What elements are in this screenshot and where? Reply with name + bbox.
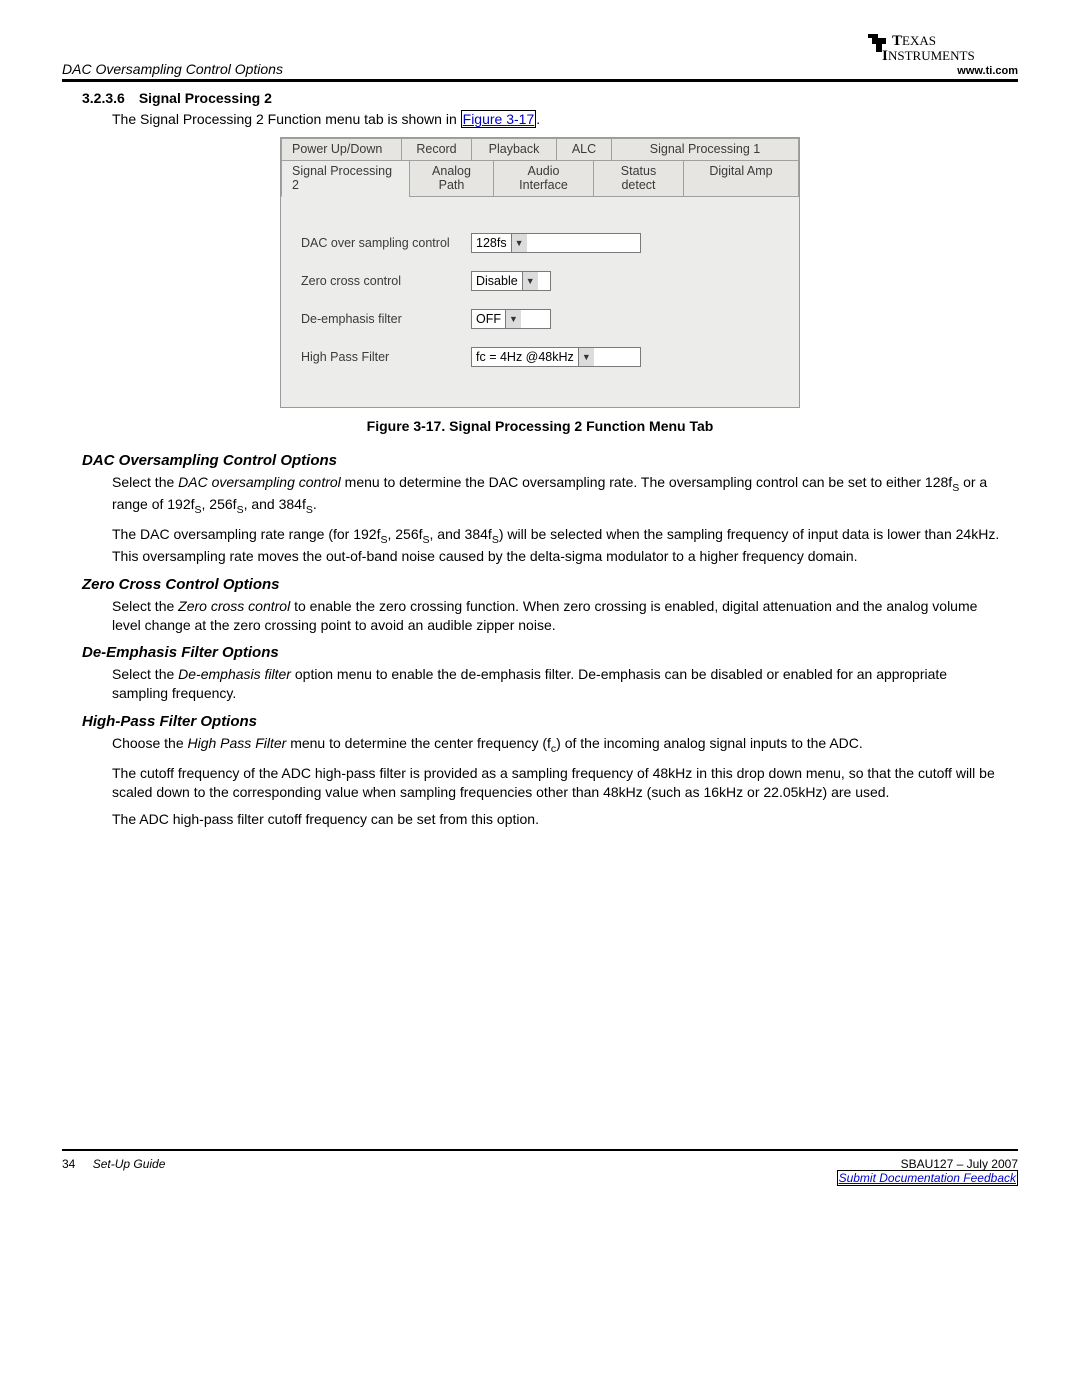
submit-feedback-link[interactable]: Submit Documentation Feedback	[837, 1170, 1018, 1186]
tab-row-2: Signal Processing 2 Analog Path Audio In…	[281, 160, 799, 197]
paragraph: The cutoff frequency of the ADC high-pas…	[112, 764, 1006, 802]
dac-oversampling-label: DAC over sampling control	[301, 236, 471, 250]
figure-caption: Figure 3-17. Signal Processing 2 Functio…	[62, 418, 1018, 434]
deemphasis-label: De-emphasis filter	[301, 312, 471, 326]
running-head: DAC Oversampling Control Options	[62, 61, 283, 77]
paragraph: The DAC oversampling rate range (for 192…	[112, 525, 1006, 566]
paragraph: Select the Zero cross control to enable …	[112, 597, 1006, 635]
tab-signal-processing-2[interactable]: Signal Processing 2	[281, 160, 409, 197]
brand-block: T EXAS I NSTRUMENTS www.ti.com	[858, 30, 1018, 77]
tab-alc[interactable]: ALC	[556, 138, 611, 160]
section-heading: 3.2.3.6 Signal Processing 2	[82, 90, 1018, 106]
highpass-select[interactable]: fc = 4Hz @48kHz ▼	[471, 347, 641, 367]
tab-record[interactable]: Record	[401, 138, 471, 160]
zero-cross-label: Zero cross control	[301, 274, 471, 288]
tab-row-1: Power Up/Down Record Playback ALC Signal…	[281, 138, 799, 160]
heading-highpass: High-Pass Filter Options	[82, 713, 1018, 730]
svg-text:NSTRUMENTS: NSTRUMENTS	[888, 48, 975, 63]
heading-deemphasis: De-Emphasis Filter Options	[82, 644, 1018, 661]
paragraph: The ADC high-pass filter cutoff frequenc…	[112, 810, 1006, 829]
heading-dac-oversampling: DAC Oversampling Control Options	[82, 452, 1018, 469]
footer-title: Set-Up Guide	[93, 1157, 166, 1171]
intro-paragraph: The Signal Processing 2 Function menu ta…	[112, 110, 1006, 129]
svg-text:T: T	[892, 33, 902, 49]
tab-signal-processing-1[interactable]: Signal Processing 1	[611, 138, 799, 160]
deemphasis-select[interactable]: OFF ▼	[471, 309, 551, 329]
tab-playback[interactable]: Playback	[471, 138, 556, 160]
section-number: 3.2.3.6	[82, 90, 125, 106]
ti-logo-icon: T EXAS I NSTRUMENTS	[858, 30, 1018, 67]
svg-text:EXAS: EXAS	[902, 33, 936, 48]
paragraph: Select the DAC oversampling control menu…	[112, 473, 1006, 517]
chevron-down-icon: ▼	[522, 272, 538, 290]
paragraph: Choose the High Pass Filter menu to dete…	[112, 734, 1006, 756]
paragraph: Select the De-emphasis filter option men…	[112, 665, 1006, 703]
zero-cross-select[interactable]: Disable ▼	[471, 271, 551, 291]
section-title: Signal Processing 2	[139, 90, 272, 106]
chevron-down-icon: ▼	[578, 348, 594, 366]
chevron-down-icon: ▼	[505, 310, 521, 328]
doc-id: SBAU127 – July 2007	[837, 1157, 1018, 1171]
ui-screenshot: Power Up/Down Record Playback ALC Signal…	[280, 137, 800, 408]
page-number: 34	[62, 1157, 75, 1171]
tab-audio-interface[interactable]: Audio Interface	[493, 160, 593, 196]
heading-zero-cross: Zero Cross Control Options	[82, 576, 1018, 593]
chevron-down-icon: ▼	[511, 234, 527, 252]
tab-analog-path[interactable]: Analog Path	[409, 160, 493, 196]
tab-panel: DAC over sampling control 128fs ▼ Zero c…	[281, 197, 799, 407]
page-header: DAC Oversampling Control Options T EXAS …	[62, 30, 1018, 82]
tab-power-up-down[interactable]: Power Up/Down	[281, 138, 401, 160]
highpass-label: High Pass Filter	[301, 350, 471, 364]
tab-digital-amp[interactable]: Digital Amp	[683, 160, 799, 196]
figure-link[interactable]: Figure 3-17	[461, 110, 537, 128]
dac-oversampling-select[interactable]: 128fs ▼	[471, 233, 641, 253]
page-footer: 34 Set-Up Guide SBAU127 – July 2007 Subm…	[62, 1149, 1018, 1185]
tab-status-detect[interactable]: Status detect	[593, 160, 683, 196]
